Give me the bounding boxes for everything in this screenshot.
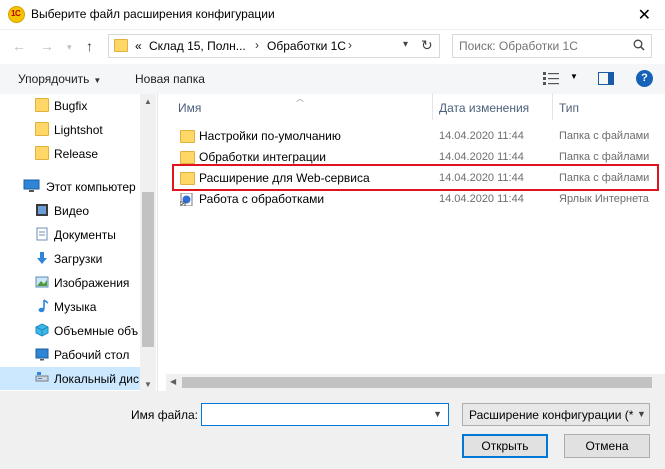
address-bar[interactable]: « Склад 15, Полн... › Обработки 1С › ▾ ↻ (108, 34, 440, 58)
preview-pane-icon[interactable] (598, 72, 614, 85)
pictures-icon (35, 276, 49, 288)
navigation-bar: ← → ▾ ↑ « Склад 15, Полн... › Обработки … (0, 30, 665, 64)
sidebar-item-music[interactable]: Музыка (0, 295, 140, 318)
address-dropdown-icon[interactable]: ▾ (403, 39, 408, 50)
column-separator[interactable] (432, 94, 433, 120)
filename-label: Имя файла: (131, 408, 198, 422)
recent-locations-chevron-icon[interactable]: ▾ (67, 42, 72, 53)
file-type: Папка с файлами (559, 130, 650, 142)
folder-icon (35, 146, 49, 160)
sidebar-item-release[interactable]: Release (0, 142, 140, 165)
breadcrumb-overflow[interactable]: « (135, 39, 142, 53)
local-disk-icon (35, 372, 49, 382)
folder-icon (114, 39, 128, 52)
sidebar-item-local-disk[interactable]: Локальный дис (0, 367, 140, 390)
documents-icon (36, 227, 48, 241)
scrollbar-thumb[interactable] (182, 377, 652, 388)
column-separator[interactable] (552, 94, 553, 120)
file-date: 14.04.2020 11:44 (439, 151, 524, 163)
sidebar-item-3d-objects[interactable]: Объемные объ (0, 319, 140, 342)
chevron-right-icon[interactable]: › (348, 38, 352, 52)
help-icon[interactable]: ? (636, 70, 653, 87)
file-name: Настройки по-умолчанию (199, 129, 341, 143)
file-date: 14.04.2020 11:44 (439, 130, 524, 142)
file-row[interactable]: Настройки по-умолчанию 14.04.2020 11:44 … (172, 126, 665, 147)
breadcrumb-item[interactable]: Склад 15, Полн... (149, 39, 246, 53)
dialog-footer: Имя файла: ▼ Расширение конфигурации (* … (0, 391, 665, 469)
app-1c-icon: 1C (8, 6, 25, 23)
sidebar-item-documents[interactable]: Документы (0, 223, 140, 246)
file-list-horizontal-scrollbar[interactable]: ◀ (166, 374, 665, 391)
filename-input[interactable] (206, 407, 426, 422)
chevron-down-icon[interactable]: ▼ (570, 72, 578, 81)
filename-combobox[interactable]: ▼ (201, 403, 449, 426)
sort-ascending-icon: ︿ (296, 94, 304, 103)
breadcrumb-item[interactable]: Обработки 1С (267, 39, 346, 53)
file-type: Папка с файлами (559, 151, 650, 163)
organize-button[interactable]: Упорядочить ▼ (18, 72, 101, 86)
search-box[interactable] (452, 34, 652, 58)
file-row[interactable]: Работа с обработками 14.04.2020 11:44 Яр… (172, 189, 665, 210)
file-name: Обработки интеграции (199, 150, 326, 164)
folder-icon (180, 151, 195, 164)
column-header-name[interactable]: Имя (178, 101, 201, 115)
file-date: 14.04.2020 11:44 (439, 193, 524, 205)
command-toolbar: Упорядочить ▼ Новая папка ▼ ? (0, 64, 665, 94)
back-arrow-icon[interactable]: ← (12, 38, 26, 54)
3d-objects-icon (35, 323, 49, 337)
close-icon[interactable]: ✕ (638, 5, 651, 25)
window-title: Выберите файл расширения конфигурации (31, 7, 275, 21)
highlight-annotation (172, 164, 659, 191)
refresh-icon[interactable]: ↻ (421, 37, 433, 54)
search-input[interactable] (459, 38, 629, 54)
file-type: Ярлык Интернета (559, 193, 649, 205)
forward-arrow-icon[interactable]: → (40, 38, 54, 54)
sidebar-item-video[interactable]: Видео (0, 199, 140, 222)
new-folder-button[interactable]: Новая папка (135, 72, 205, 86)
search-icon (633, 39, 645, 51)
sidebar-item-lightshot[interactable]: Lightshot (0, 118, 140, 141)
file-type-filter[interactable]: Расширение конфигурации (* ▼ (462, 403, 650, 426)
chevron-down-icon: ▼ (637, 409, 646, 419)
video-icon (36, 204, 48, 216)
scroll-left-arrow-icon[interactable]: ◀ (170, 377, 176, 386)
internet-shortcut-icon (180, 193, 193, 206)
column-header-row: ︿ Имя Дата изменения Тип (166, 94, 665, 120)
desktop-icon (35, 348, 49, 361)
folder-icon (35, 98, 49, 112)
view-options-icon[interactable] (543, 72, 559, 85)
downloads-icon (37, 252, 47, 264)
column-header-date[interactable]: Дата изменения (439, 101, 529, 115)
chevron-down-icon[interactable]: ▼ (433, 409, 442, 419)
open-button[interactable]: Открыть (462, 434, 548, 458)
folder-icon (35, 122, 49, 136)
sidebar-item-this-pc[interactable]: Этот компьютер (0, 175, 140, 198)
navigation-pane: Bugfix Lightshot Release Этот компьютер … (0, 94, 156, 391)
chevron-right-icon[interactable]: › (255, 38, 259, 52)
pane-divider[interactable] (157, 94, 158, 391)
scroll-up-arrow-icon[interactable]: ▲ (144, 97, 152, 106)
scrollbar-thumb[interactable] (142, 192, 154, 347)
sidebar-item-bugfix[interactable]: Bugfix (0, 94, 140, 117)
music-icon (38, 299, 49, 313)
file-list: ︿ Имя Дата изменения Тип Настройки по-ум… (166, 94, 665, 391)
scroll-down-arrow-icon[interactable]: ▼ (144, 380, 152, 389)
file-type-filter-value: Расширение конфигурации (* (469, 408, 634, 422)
up-arrow-icon[interactable]: ↑ (86, 38, 93, 54)
column-header-type[interactable]: Тип (559, 101, 579, 115)
sidebar-item-desktop[interactable]: Рабочий стол (0, 343, 140, 366)
sidebar-item-downloads[interactable]: Загрузки (0, 247, 140, 270)
computer-icon (23, 179, 40, 192)
folder-icon (180, 130, 195, 143)
title-bar: 1C Выберите файл расширения конфигурации… (0, 0, 665, 30)
sidebar-item-pictures[interactable]: Изображения (0, 271, 140, 294)
chevron-down-icon: ▼ (93, 76, 102, 85)
cancel-button[interactable]: Отмена (564, 434, 650, 458)
file-name: Работа с обработками (199, 192, 325, 206)
navigation-pane-scrollbar[interactable]: ▲ ▼ (140, 94, 156, 391)
